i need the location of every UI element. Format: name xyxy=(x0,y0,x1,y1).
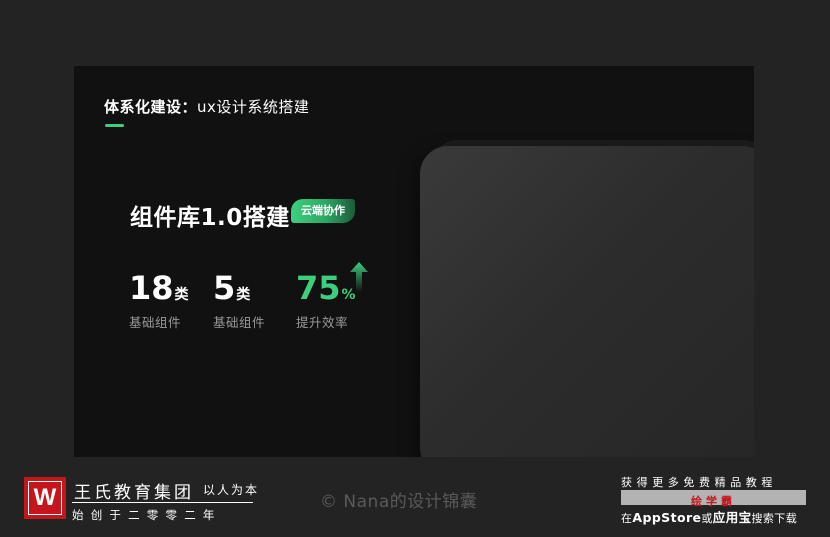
promo-download-text: 在AppStore或应用宝搜索下载 xyxy=(621,507,797,526)
stat-efficiency: 75% 提升效率 xyxy=(296,270,356,331)
cloud-collab-tag: 云端协作 xyxy=(291,199,355,223)
promo-headline: 获得更多免费精品教程 xyxy=(621,476,777,489)
library-title: 组件库1.0搭建 xyxy=(130,205,290,231)
org-motto: 以人为本 xyxy=(203,483,260,497)
promo-prefix: 在 xyxy=(621,512,633,525)
promo-app-bar: 绘学霸 xyxy=(621,490,806,508)
stat-unit: 类 xyxy=(236,287,251,303)
promo-appstore: AppStore xyxy=(632,510,702,525)
title-underline xyxy=(105,124,124,127)
stat-value: 75 xyxy=(296,269,341,307)
stat-unit: 类 xyxy=(174,287,189,303)
stat-components-18: 18类 基础组件 xyxy=(129,270,189,331)
brand-logo-mark: W xyxy=(28,481,62,515)
slide-title-rest: ux设计系统搭建 xyxy=(197,98,310,116)
stat-value: 5 xyxy=(213,269,236,307)
stat-label: 基础组件 xyxy=(129,315,182,330)
brand-logo: W xyxy=(24,477,66,519)
promo-suffix: 搜索下载 xyxy=(751,512,798,525)
slide: 体系化建设：ux设计系统搭建 组件库1.0搭建 云端协作 18类 基础组件 5类… xyxy=(74,66,754,457)
stat-label: 提升效率 xyxy=(296,315,349,330)
copyright-watermark: © Nana的设计锦囊 xyxy=(320,492,478,512)
org-name: 王氏教育集团 xyxy=(74,483,194,503)
promo-market: 应用宝 xyxy=(712,510,752,525)
stat-value: 18 xyxy=(129,269,174,307)
arrow-up-icon xyxy=(350,262,368,292)
slide-title-bold: 体系化建设： xyxy=(104,98,198,116)
org-divider xyxy=(72,502,253,503)
slide-title: 体系化建设：ux设计系统搭建 xyxy=(104,96,309,117)
org-founded: 始创于二零零二年 xyxy=(72,508,222,522)
stat-label: 基础组件 xyxy=(213,315,266,330)
preview-card xyxy=(420,146,754,457)
promo-or: 或 xyxy=(701,512,713,525)
stat-components-5: 5类 基础组件 xyxy=(213,270,265,331)
